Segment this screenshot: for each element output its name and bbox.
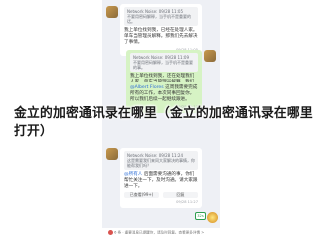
quote-text: 这是需要我们来同大家解决的事情，你能帮我们吗？	[127, 158, 195, 168]
message-bubble[interactable]: Network Noise: 09/28 11:05 不要用密码解释，当手机不是…	[120, 4, 202, 56]
quote-text: 不要用密码解释，当手机不是重要的话。	[127, 14, 191, 24]
message-time: 09/28 11:27	[176, 200, 198, 204]
quoted-message: Network Noise: 09/28 11:24 这是需要我们来同大家解决的…	[124, 151, 198, 170]
alert-icon	[108, 230, 113, 235]
mention-link[interactable]: @所有人	[124, 172, 142, 177]
self-avatar[interactable]	[207, 212, 218, 223]
message-bubble[interactable]: Network Noise: 09/28 11:24 这是需要我们来同大家解决的…	[120, 148, 202, 208]
sender-avatar[interactable]	[106, 148, 118, 160]
message-text: 我上单位找到我，已经在处理人家。单车当管理员解释。那我们先去解决了事情。	[124, 28, 198, 45]
message-actions: 已查看(99+) 回复	[124, 192, 198, 198]
quoted-message: Network Noise: 09/28 11:09 不要用密码解释，当手机不是…	[130, 53, 198, 72]
voice-message[interactable]: 32s	[195, 212, 206, 220]
page-title: 金立的加密通讯录在哪里（金立的加密通讯录在哪里打开）	[14, 105, 313, 138]
quote-text: 不要用密码解释，当手机不是重要的事。	[133, 60, 193, 70]
read-count-button[interactable]: 已查看(99+)	[124, 192, 159, 198]
mention-link[interactable]: @Albert Flores	[130, 85, 164, 90]
self-avatar[interactable]	[204, 50, 216, 62]
sender-avatar[interactable]	[106, 6, 118, 18]
quoted-message: Network Noise: 09/28 11:05 不要用密码解释，当手机不是…	[124, 7, 198, 26]
reply-button[interactable]: 回复	[163, 192, 198, 198]
voice-duration: 32s	[197, 214, 204, 218]
notice-text: 6 条 · 重要消息已提醒你，请及时回复。查看更多详情 >	[114, 230, 205, 235]
notice-bar[interactable]: 6 条 · 重要消息已提醒你，请及时回复。查看更多详情 >	[102, 228, 220, 240]
